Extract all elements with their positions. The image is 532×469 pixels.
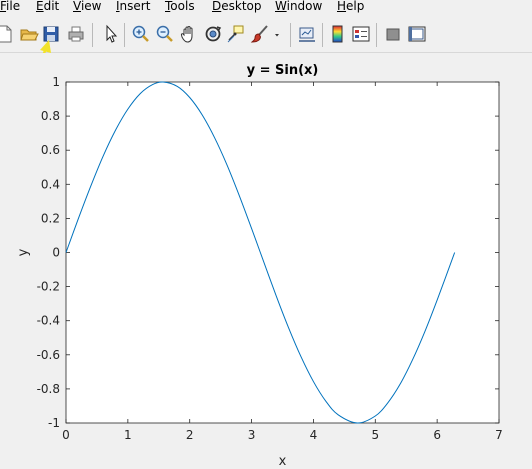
brush-dropdown-icon[interactable] <box>270 24 284 44</box>
pan-hand-icon[interactable] <box>179 24 199 44</box>
menu-insert[interactable]: Insert <box>116 0 150 14</box>
edit-plot-arrow-icon[interactable] <box>101 24 121 44</box>
toolbar-separator <box>290 23 291 47</box>
x-tick-label: 4 <box>310 428 318 442</box>
link-plot-icon[interactable] <box>297 24 317 44</box>
y-tick-label: 0.6 <box>41 143 60 157</box>
x-tick-label: 0 <box>62 428 70 442</box>
menu-bar: File Edit View Insert Tools Desktop Wind… <box>0 0 532 15</box>
x-tick-label: 7 <box>495 428 503 442</box>
menu-file[interactable]: File <box>0 0 20 14</box>
show-plot-tools-icon[interactable] <box>407 24 427 44</box>
x-axis-label: x <box>279 454 287 469</box>
insert-legend-icon[interactable] <box>351 24 371 44</box>
hide-plot-tools-icon[interactable] <box>383 24 403 44</box>
y-tick-label: 0.4 <box>41 177 60 191</box>
x-tick-label: 6 <box>433 428 441 442</box>
y-tick-label: -0.6 <box>37 348 60 362</box>
sine-plot[interactable]: -1 -0.8 -0.6 -0.4 -0.2 0 0.2 0.4 0.6 0.8 1 0 1 2 3 4 5 6… <box>0 53 532 469</box>
y-tick-label: 0.8 <box>41 109 60 123</box>
y-tick-label: -0.4 <box>37 314 60 328</box>
zoom-out-icon[interactable] <box>155 24 175 44</box>
y-axis-label: y <box>16 248 31 256</box>
toolbar-separator <box>92 23 93 47</box>
menu-view[interactable]: View <box>73 0 101 14</box>
toolbar-separator <box>376 23 377 47</box>
y-tick-label: 0 <box>52 246 60 260</box>
figure-canvas[interactable]: -1 -0.8 -0.6 -0.4 -0.2 0 0.2 0.4 0.6 0.8 1 0 1 2 3 4 5 6… <box>0 53 532 469</box>
x-tick-label: 3 <box>248 428 256 442</box>
x-tick-label: 5 <box>371 428 379 442</box>
axes-box[interactable] <box>65 81 500 424</box>
x-tick-label: 2 <box>186 428 194 442</box>
menu-help[interactable]: Help <box>337 0 364 14</box>
brush-icon[interactable] <box>250 24 270 44</box>
menu-window[interactable]: Window <box>275 0 322 14</box>
y-tick-label: 1 <box>52 75 60 89</box>
menu-tools[interactable]: Tools <box>165 0 195 14</box>
y-tick-label: 0.2 <box>41 211 60 225</box>
x-tick-label: 1 <box>124 428 132 442</box>
insert-colorbar-icon[interactable] <box>328 24 348 44</box>
zoom-in-icon[interactable] <box>131 24 151 44</box>
chart-title: y = Sin(x) <box>247 63 319 78</box>
figure-toolbar <box>0 16 532 53</box>
menu-edit[interactable]: Edit <box>36 0 59 14</box>
rotate-3d-icon[interactable] <box>203 24 223 44</box>
toolbar-separator <box>322 23 323 47</box>
data-cursor-icon[interactable] <box>226 24 246 44</box>
new-figure-icon[interactable] <box>0 24 14 44</box>
y-tick-label: -0.2 <box>37 280 60 294</box>
y-tick-label: -1 <box>48 416 60 430</box>
toolbar-separator <box>124 23 125 47</box>
y-tick-label: -0.8 <box>37 382 60 396</box>
menu-desktop[interactable]: Desktop <box>212 0 262 14</box>
print-figure-icon[interactable] <box>66 24 86 44</box>
